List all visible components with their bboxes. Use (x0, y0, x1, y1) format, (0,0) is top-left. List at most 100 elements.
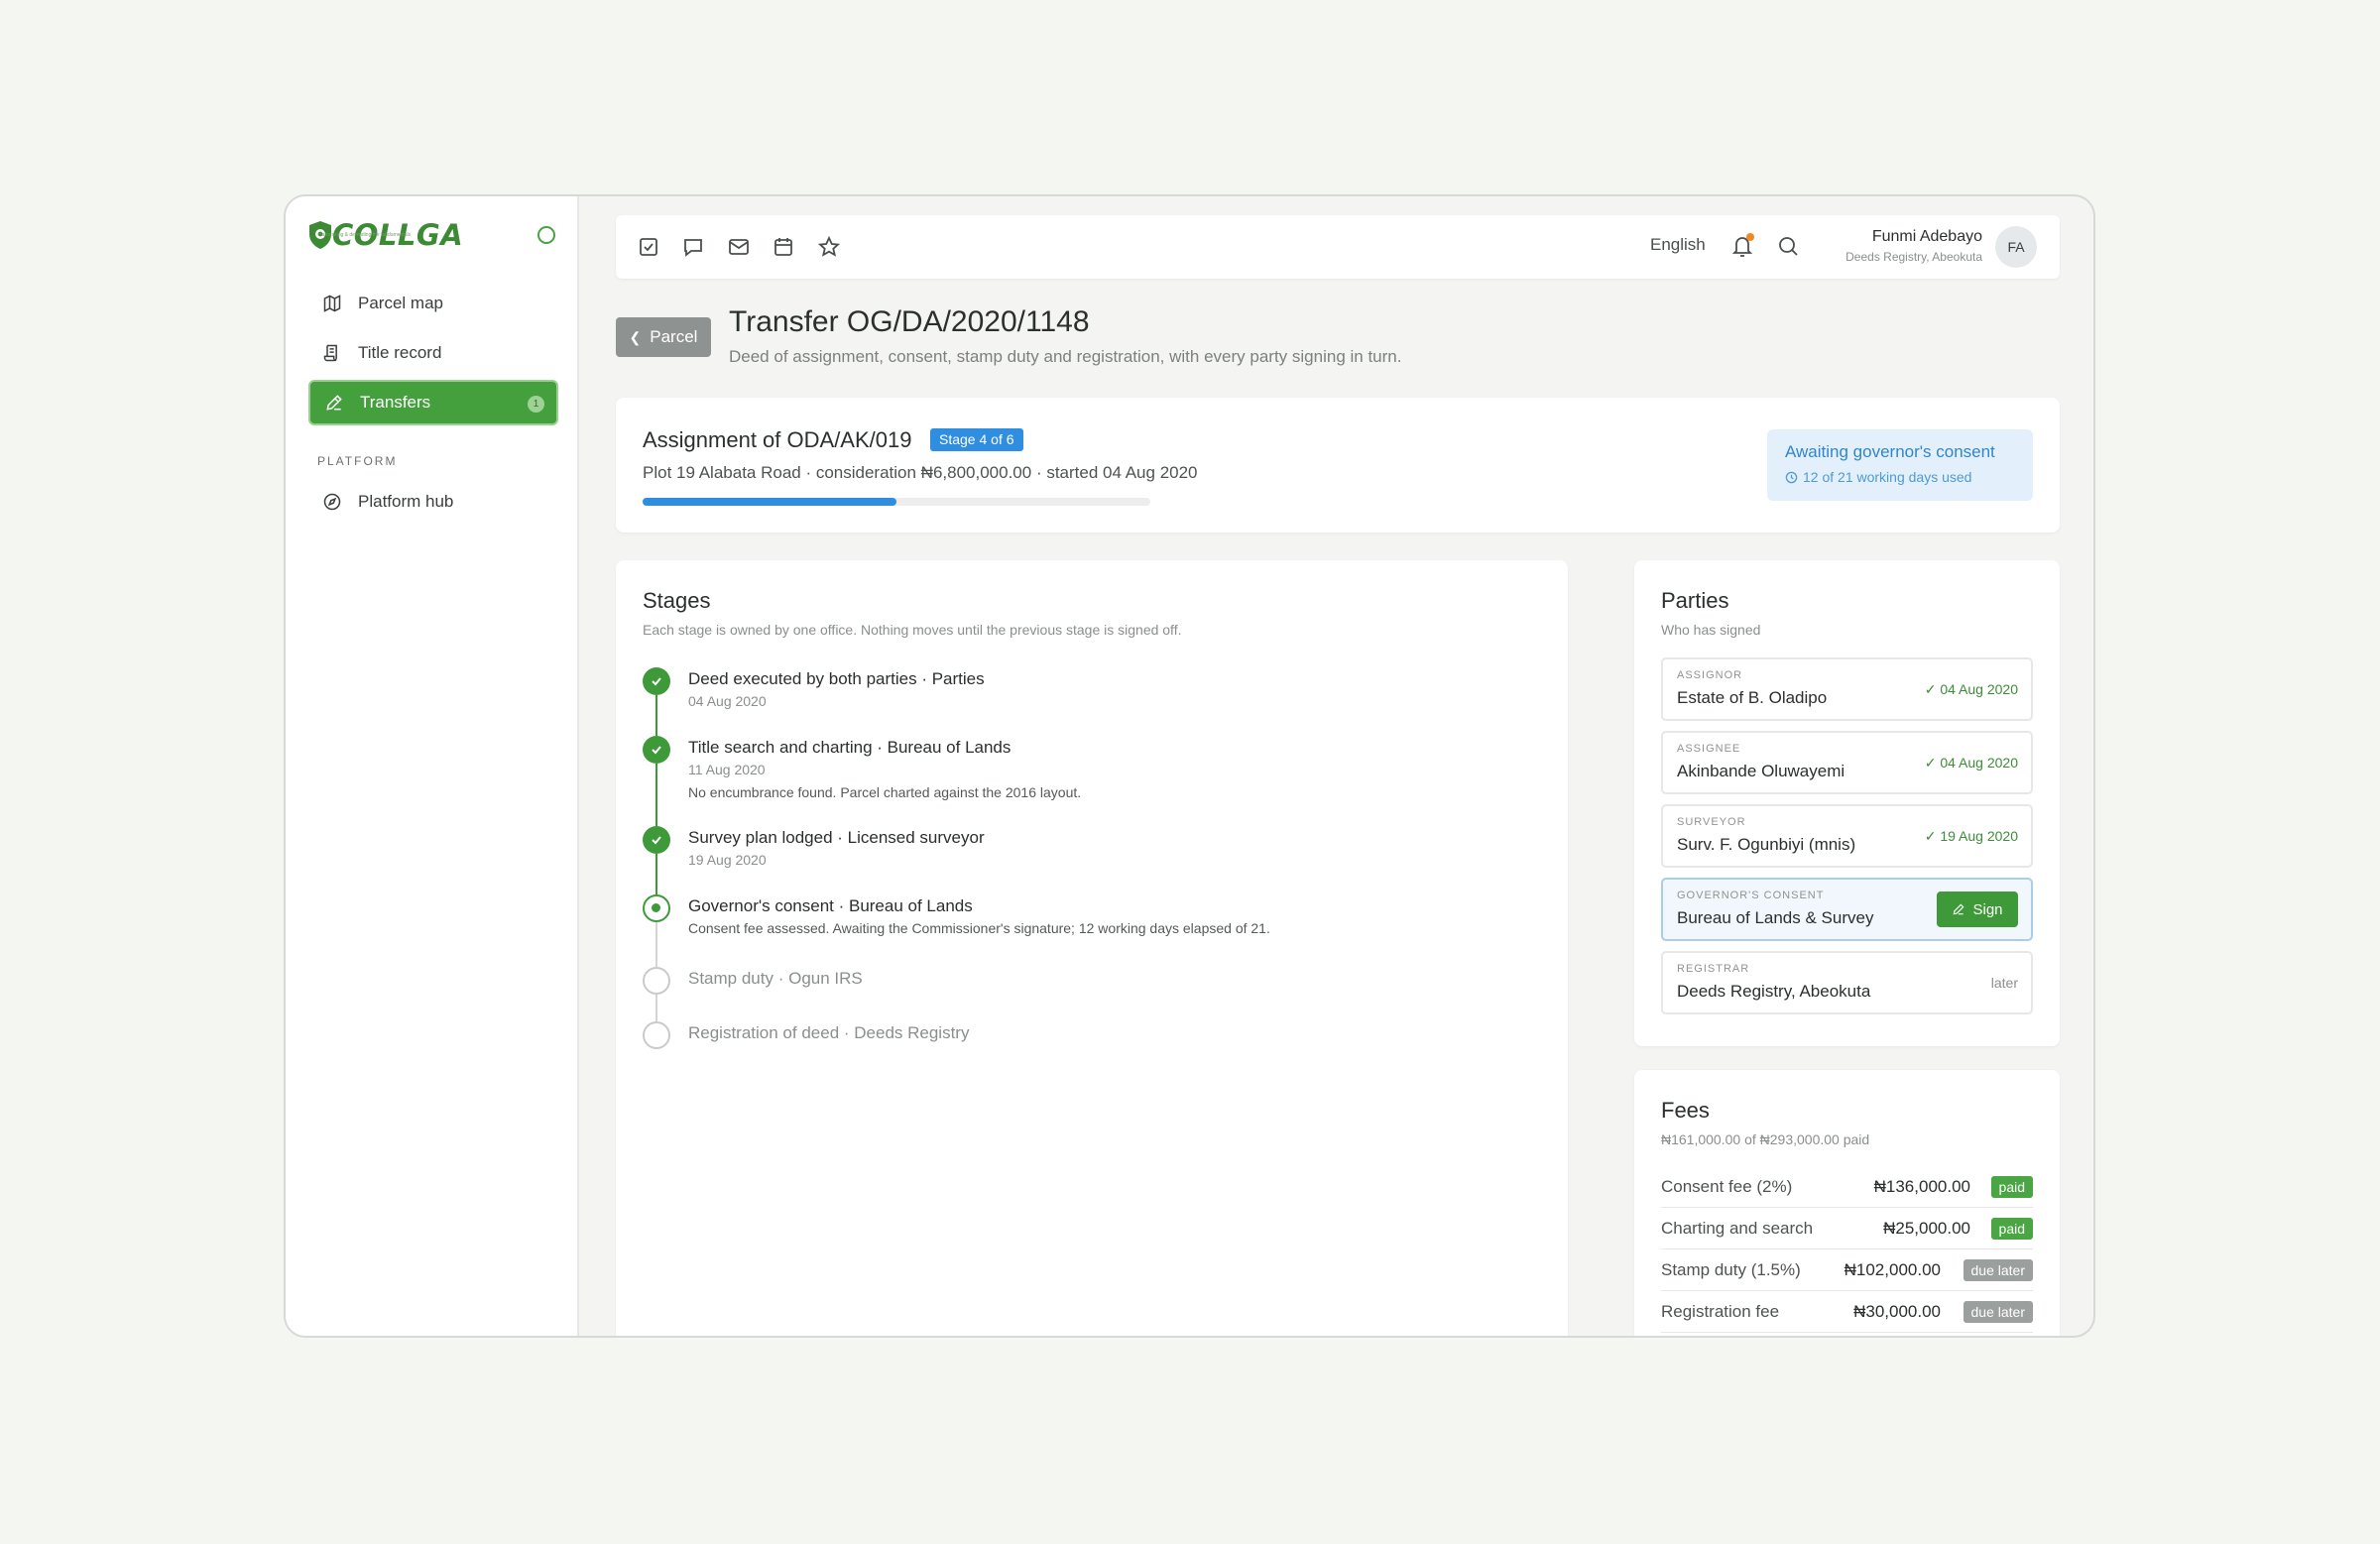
stage-title: Stamp duty · Ogun IRS (688, 969, 863, 988)
stage-title: Survey plan lodged · Licensed surveyor (688, 828, 985, 847)
logo-tagline: Harnessing & defending the fundamentals (318, 232, 412, 238)
fee-status-badge: paid (1990, 1176, 2033, 1198)
status-subtitle: 12 of 21 working days used (1785, 469, 2033, 485)
stage-date: 11 Aug 2020 (688, 762, 766, 777)
party-row[interactable]: ASSIGNEE Akinbande Oluwayemi ✓ 04 Aug 20… (1661, 731, 2033, 794)
app-window: COLLGA Harnessing & defending the fundam… (284, 194, 2095, 1338)
timeline-connector (655, 995, 657, 1021)
stage-done-marker (643, 667, 670, 695)
party-row[interactable]: ASSIGNOR Estate of B. Oladipo ✓ 04 Aug 2… (1661, 657, 2033, 721)
search-icon (1779, 237, 1798, 256)
chat-icon[interactable] (681, 235, 705, 259)
fee-row: Charting and search ₦25,000.00 paid (1661, 1207, 2033, 1249)
language-selector[interactable]: English (1650, 235, 1706, 255)
party-signed-status: ✓ 04 Aug 2020 (1925, 681, 2018, 698)
stage-title: Registration of deed · Deeds Registry (688, 1023, 970, 1042)
stage-done-marker (643, 736, 670, 764)
sidebar-item-transfers[interactable]: Transfers 1 (308, 380, 558, 425)
assignment-title: Assignment of ODA/AK/019 (643, 427, 912, 452)
page-title: Transfer OG/DA/2020/1148 (729, 305, 1090, 338)
stages-heading: Stages (643, 588, 711, 613)
sidebar-item-platform-hub[interactable]: Platform hub (308, 479, 558, 525)
status-title: Awaiting governor's consent (1785, 442, 1995, 461)
sidebar-section-label: PLATFORM (317, 454, 398, 468)
stage-progress-bar (643, 498, 1150, 506)
check-icon: ✓ (1924, 681, 1937, 697)
scroll-icon (323, 344, 337, 362)
stage-title: Governor's consent · Bureau of Lands (688, 896, 973, 915)
map-icon (323, 295, 341, 312)
calendar-icon[interactable] (772, 235, 795, 259)
pen-icon (326, 395, 342, 411)
stage-progress-fill (643, 498, 896, 506)
check-icon (652, 677, 661, 686)
search-button[interactable] (1776, 234, 1800, 258)
party-signed-status: ✓ 19 Aug 2020 (1925, 828, 2018, 845)
fee-label: Registration fee (1661, 1302, 1780, 1321)
fee-row: Registration fee ₦30,000.00 due later (1661, 1290, 2033, 1333)
checkbox-icon[interactable] (637, 235, 660, 259)
check-icon: ✓ (1924, 755, 1937, 771)
party-pending-status: later (1990, 975, 2018, 991)
stages-card: Stages Each stage is owned by one office… (616, 560, 1568, 1336)
sidebar-item-parcel-map[interactable]: Parcel map (308, 281, 558, 326)
chevron-left-icon: ❮ (629, 328, 642, 345)
back-button[interactable]: ❮ Parcel (616, 317, 711, 357)
stage-note: Consent fee assessed. Awaiting the Commi… (688, 920, 1270, 936)
stage-pending-marker (643, 1021, 670, 1049)
party-signed-date: 19 Aug 2020 (1940, 828, 2018, 844)
back-button-label: Parcel (650, 327, 698, 346)
fees-subtitle: ₦161,000.00 of ₦293,000.00 paid (1661, 1131, 1870, 1147)
fee-amount: ₦102,000.00 (1844, 1260, 1941, 1279)
timeline-connector (655, 764, 657, 826)
star-icon[interactable] (817, 235, 841, 259)
stage-pending-marker (643, 967, 670, 995)
status-callout: Awaiting governor's consent 12 of 21 wor… (1767, 429, 2033, 501)
fee-row: Consent fee (2%) ₦136,000.00 paid (1661, 1165, 2033, 1208)
sign-button-label: Sign (1972, 900, 2003, 918)
party-signed-status: ✓ 04 Aug 2020 (1925, 755, 2018, 772)
stages-subtitle: Each stage is owned by one office. Nothi… (643, 622, 1182, 638)
sidebar-item-title-record[interactable]: Title record (308, 330, 558, 376)
timeline-connector (655, 695, 657, 736)
party-row-active[interactable]: GOVERNOR'S CONSENT Bureau of Lands & Sur… (1661, 878, 2033, 941)
sidebar: COLLGA Harnessing & defending the fundam… (286, 196, 579, 1336)
notifications-button[interactable] (1730, 233, 1754, 259)
stage-done-marker (643, 826, 670, 854)
fee-status-badge: due later (1963, 1259, 2033, 1281)
clock-icon (1785, 471, 1798, 483)
party-row[interactable]: REGISTRAR Deeds Registry, Abeokuta later (1661, 951, 2033, 1014)
fee-amount: ₦25,000.00 (1883, 1219, 1970, 1238)
timeline-connector (655, 922, 657, 967)
timeline-connector (655, 854, 657, 894)
party-role: GOVERNOR'S CONSENT (1677, 890, 1825, 901)
party-row[interactable]: SURVEYOR Surv. F. Ogunbiyi (mnis) ✓ 19 A… (1661, 804, 2033, 868)
parties-heading: Parties (1661, 588, 1729, 613)
fees-heading: Fees (1661, 1098, 1710, 1123)
fee-status-badge: due later (1963, 1301, 2033, 1323)
avatar[interactable]: FA (1995, 226, 2037, 268)
stage-note: No encumbrance found. Parcel charted aga… (688, 784, 1082, 800)
transfer-summary-card: Assignment of ODA/AK/019 Stage 4 of 6 Pl… (616, 398, 2060, 533)
check-icon (652, 836, 661, 845)
sidebar-item-label: Title record (358, 343, 442, 362)
party-name: Akinbande Oluwayemi (1677, 762, 1845, 780)
stage-badge: Stage 4 of 6 (930, 428, 1023, 451)
sidebar-collapse-button[interactable] (537, 226, 555, 244)
sign-button[interactable]: Sign (1937, 891, 2018, 927)
top-toolbar: English Funmi Adebayo Deeds Registry, Ab… (616, 215, 2060, 279)
transfers-count-badge: 1 (528, 396, 544, 413)
sidebar-item-label: Transfers (360, 393, 431, 412)
stage-date: 04 Aug 2020 (688, 693, 767, 709)
check-icon (652, 746, 661, 755)
party-name: Bureau of Lands & Survey (1677, 908, 1874, 927)
stage-title: Title search and charting · Bureau of La… (688, 738, 1012, 757)
party-name: Surv. F. Ogunbiyi (mnis) (1677, 835, 1856, 854)
mail-icon[interactable] (727, 235, 751, 259)
main-content: English Funmi Adebayo Deeds Registry, Ab… (579, 196, 2093, 1336)
party-role: ASSIGNOR (1677, 669, 1743, 681)
party-role: REGISTRAR (1677, 963, 1750, 975)
party-name: Estate of B. Oladipo (1677, 688, 1828, 707)
page-subtitle: Deed of assignment, consent, stamp duty … (729, 347, 1402, 366)
fee-label: Consent fee (2%) (1661, 1177, 1793, 1196)
